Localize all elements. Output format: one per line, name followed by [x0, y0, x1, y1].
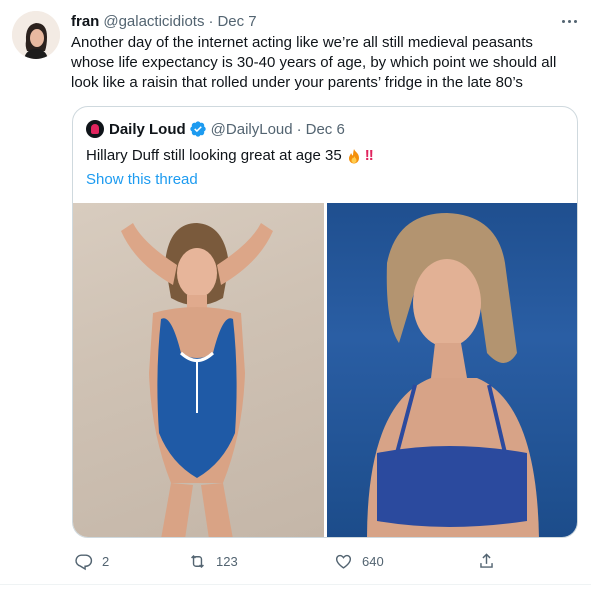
author-handle[interactable]: @galacticidiots — [103, 13, 204, 30]
photo-left[interactable] — [73, 203, 324, 537]
quoted-tweet-text-body: Hillary Duff still looking great at age … — [86, 147, 342, 164]
retweet-icon — [191, 554, 204, 568]
like-icon — [335, 554, 352, 569]
like-button[interactable]: 640 — [334, 549, 384, 573]
tweet-header: fran @galacticidiots · Dec 7 — [71, 11, 257, 31]
quoted-author-handle[interactable]: @DailyLoud — [211, 121, 293, 138]
share-icon — [480, 552, 493, 568]
quoted-tweet[interactable]: Daily Loud @DailyLoud · Dec 6 Hillary Du… — [72, 106, 578, 538]
retweet-count: 123 — [216, 553, 238, 569]
quoted-tweet-date[interactable]: Dec 6 — [306, 121, 345, 138]
tweet-actions: 2 123 640 — [0, 549, 591, 573]
author-name[interactable]: fran — [71, 13, 99, 30]
quoted-author-name[interactable]: Daily Loud — [109, 121, 186, 138]
reply-count: 2 — [102, 553, 110, 569]
share-button[interactable] — [477, 549, 496, 573]
reply-icon — [75, 553, 93, 570]
fire-emoji — [348, 149, 359, 164]
avatar[interactable] — [12, 11, 60, 59]
tweet-text: Another day of the internet acting like … — [71, 34, 557, 91]
quoted-tweet-header: Daily Loud @DailyLoud · Dec 6 — [86, 120, 345, 138]
more-icon[interactable] — [558, 11, 580, 31]
retweet-button[interactable]: 123 — [188, 549, 238, 573]
separator-dot: · — [296, 120, 302, 138]
photo-right[interactable] — [327, 203, 577, 537]
quoted-tweet-text: Hillary Duff still looking great at age … — [86, 146, 374, 166]
quoted-avatar[interactable] — [86, 120, 104, 138]
double-exclamation-emoji: !! — [364, 147, 374, 164]
show-thread-link[interactable]: Show this thread — [86, 170, 198, 190]
reply-button[interactable]: 2 — [74, 549, 109, 573]
separator-dot: · — [208, 12, 214, 30]
tweet[interactable]: fran @galacticidiots · Dec 7 Another day… — [0, 0, 591, 592]
divider — [0, 584, 591, 585]
verified-icon — [189, 121, 206, 137]
like-count: 640 — [362, 553, 384, 569]
tweet-date[interactable]: Dec 7 — [217, 13, 256, 30]
